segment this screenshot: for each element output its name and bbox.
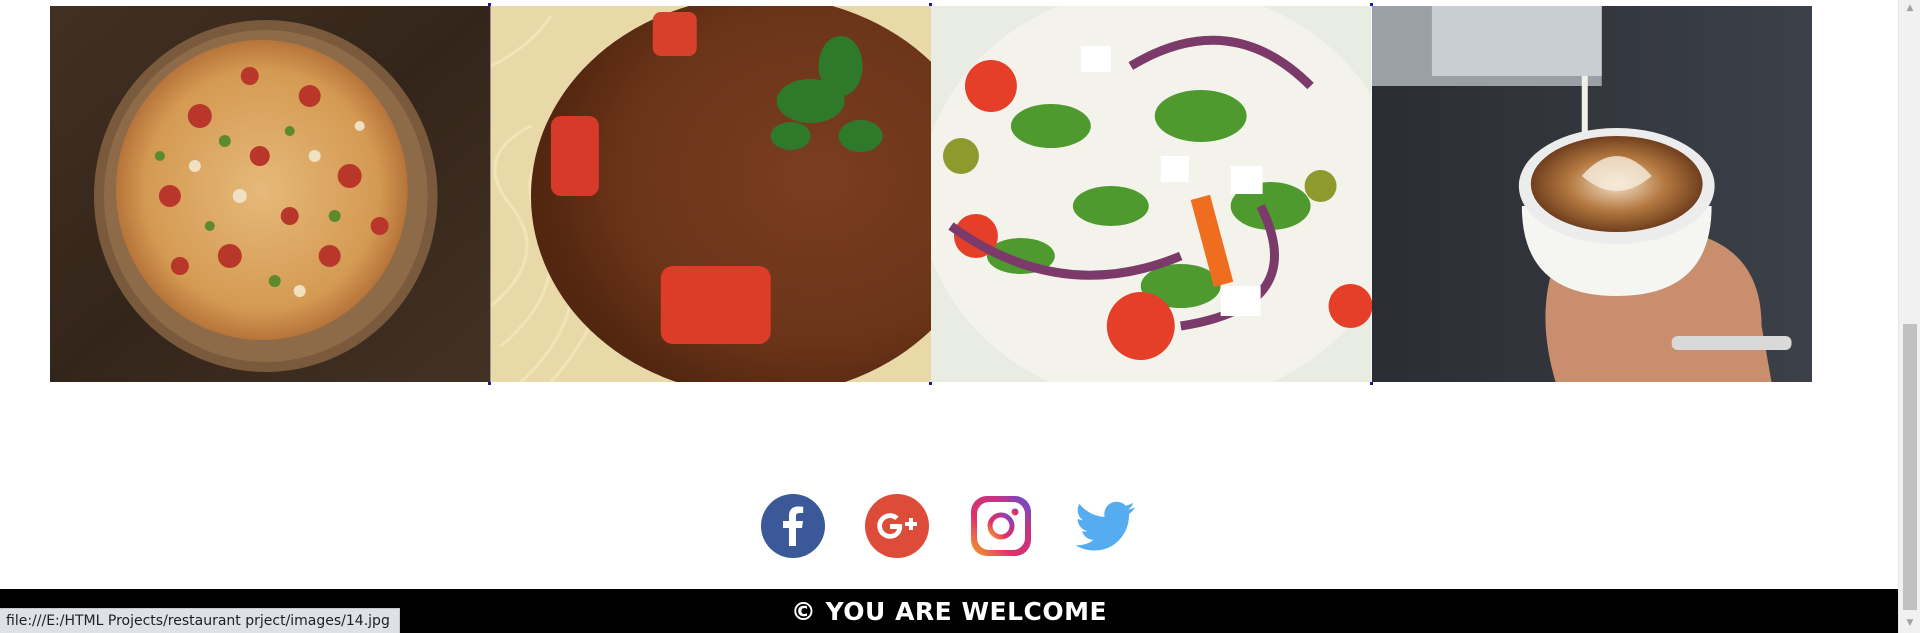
scroll-down-arrow-icon[interactable]: ▼: [1905, 618, 1915, 628]
link-underline-mark: [929, 3, 932, 6]
food-gallery: [50, 6, 1812, 382]
twitter-icon: [1075, 501, 1136, 551]
facebook-link[interactable]: [761, 494, 825, 558]
coffee-photo: [1371, 6, 1812, 382]
status-url-text: file:///E:/HTML Projects/restaurant prje…: [6, 613, 390, 629]
gallery-link-coffee[interactable]: [1371, 6, 1812, 382]
pasta-photo: [490, 6, 931, 382]
link-underline-mark: [488, 3, 491, 6]
gallery-link-pasta[interactable]: [490, 6, 931, 382]
salad-photo: [931, 6, 1372, 382]
footer-text: © YOU ARE WELCOME: [790, 596, 1108, 626]
link-underline-mark: [488, 382, 491, 385]
scroll-up-arrow-icon[interactable]: ▲: [1905, 3, 1915, 13]
google-plus-link[interactable]: [865, 494, 929, 558]
link-underline-mark: [1370, 382, 1373, 385]
scrollbar-thumb[interactable]: [1903, 324, 1917, 610]
vertical-scrollbar[interactable]: ▲ ▼: [1898, 0, 1920, 633]
instagram-link[interactable]: [969, 494, 1033, 558]
google-plus-icon: [865, 494, 929, 558]
pizza-photo: [50, 6, 491, 382]
gallery-link-salad[interactable]: [931, 6, 1372, 382]
link-underline-mark: [1370, 3, 1373, 6]
link-underline-mark: [929, 382, 932, 385]
status-bar-url: file:///E:/HTML Projects/restaurant prje…: [0, 608, 400, 633]
gallery-link-pizza[interactable]: [50, 6, 491, 382]
facebook-icon: [761, 494, 825, 558]
instagram-icon: [971, 496, 1031, 556]
twitter-link[interactable]: [1073, 494, 1137, 558]
social-links: [0, 494, 1898, 558]
